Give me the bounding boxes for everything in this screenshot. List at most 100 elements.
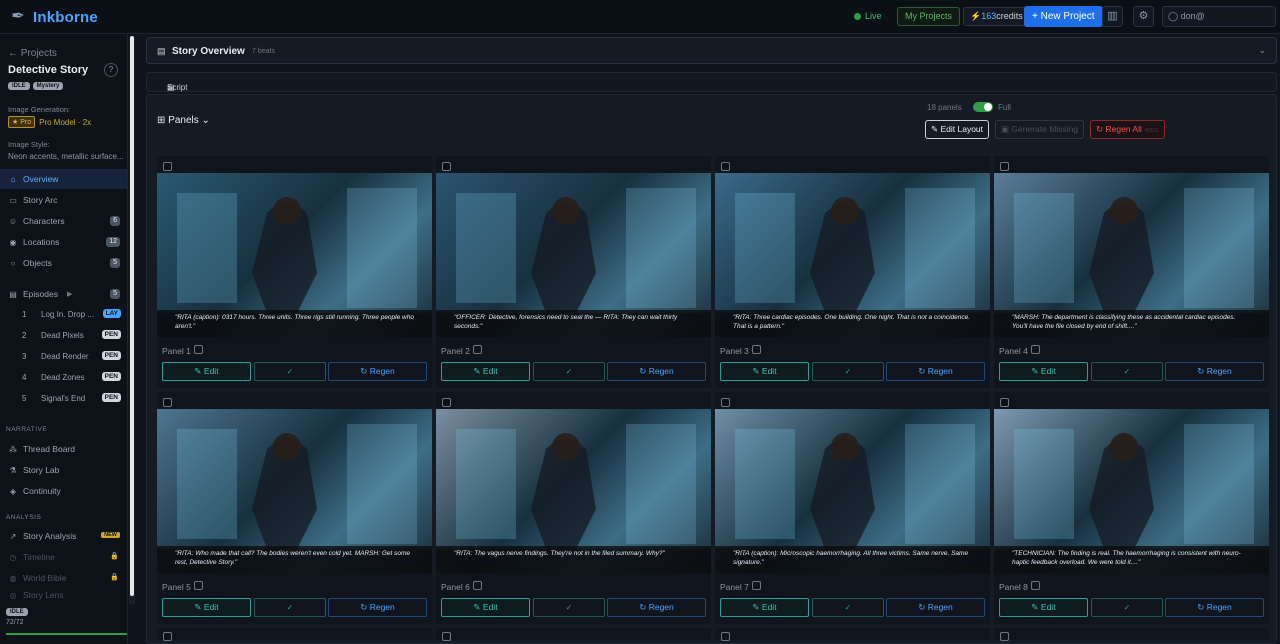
panel-regen-button[interactable]: ↻ Regen [328,598,427,617]
panel-regen-button[interactable]: ↻ Regen [607,598,706,617]
panel-card[interactable]: "RITA: Three cardiac episodes. One build… [715,156,990,388]
panel-card[interactable]: "RITA (caption): Microscopic haemorrhagi… [715,392,990,624]
panel-select-checkbox[interactable] [442,398,451,407]
panel-select-checkbox[interactable] [442,162,451,171]
panel-select-checkbox[interactable] [163,162,172,171]
episode-item[interactable]: 3 Dead Render PEN [0,347,127,367]
panel-edit-button[interactable]: ✎ Edit [720,598,809,617]
panel-edit-button[interactable]: ✎ Edit [162,598,251,617]
quill-logo-icon: ✒ [11,8,25,25]
episode-item[interactable]: 2 Dead Pixels PEN [0,326,127,346]
panel-approve-button[interactable]: ✓ [812,362,884,381]
image-generation-model[interactable]: ★ Pro Pro Model · 2x [8,116,91,128]
refresh-icon: ↻ [360,602,370,612]
episode-item[interactable]: 4 Dead Zones PEN [0,368,127,388]
chevron-down-icon: ⌄ [167,83,174,92]
nav-story-analysis[interactable]: ↗ Story Analysis NEW [0,526,127,546]
pin-icon: ◉ [9,237,17,247]
panel-person-icon [472,345,482,354]
panels-title[interactable]: ⊞ Panels ⌄ [157,115,210,126]
sidebar-scrollbar[interactable] [129,36,135,604]
panel-regen-button[interactable]: ↻ Regen [607,362,706,381]
new-project-button[interactable]: + New Project [1024,6,1103,27]
panel-select-checkbox[interactable] [1000,398,1009,407]
nav-thread-board[interactable]: ⁂ Thread Board [0,439,127,459]
edit-layout-button[interactable]: ✎ Edit Layout [925,120,990,139]
status-badge: IDLE [8,82,30,90]
panel-approve-button[interactable]: ✓ [1091,598,1163,617]
panel-select-checkbox[interactable] [721,398,730,407]
panel-approve-button[interactable]: ✓ [533,598,605,617]
my-projects-button[interactable]: My Projects [897,7,961,26]
panel-select-checkbox[interactable] [442,632,451,641]
nav-continuity[interactable]: ◈ Continuity [0,481,127,501]
nav-locations[interactable]: ◉ Locations 12 [0,232,127,252]
full-toggle[interactable] [973,102,993,112]
panel-edit-button[interactable]: ✎ Edit [999,598,1088,617]
panel-approve-button[interactable]: ✓ [812,598,884,617]
panel-approve-button[interactable]: ✓ [533,362,605,381]
nav-episodes[interactable]: ▤ Episodes ▶ 5 [0,284,127,304]
nav-overview[interactable]: ⌂ Overview [0,169,127,189]
panel-card[interactable]: "RITA (caption): 0317 hours. Three units… [157,156,432,388]
regen-label: Regen [648,366,674,376]
episode-item[interactable]: 5 Signal's End PEN [0,389,127,409]
panel-card[interactable]: "OFFICER: Detective, forensics need to s… [436,156,711,388]
panel-edit-button[interactable]: ✎ Edit [720,362,809,381]
nav-characters[interactable]: ☺ Characters 6 [0,211,127,231]
panel-edit-button[interactable]: ✎ Edit [441,362,530,381]
back-to-projects-link[interactable]: ← Projects [8,48,57,59]
panel-select-checkbox[interactable] [163,398,172,407]
panel-card-partial[interactable] [157,628,432,641]
image-style-value[interactable]: Neon accents, metallic surface... [8,152,124,161]
panel-regen-button[interactable]: ↻ Regen [1165,362,1264,381]
chevron-down-icon[interactable]: ⌄ [1258,45,1266,56]
help-icon[interactable]: ? [104,63,118,77]
panel-card[interactable]: "RITA: Who made that call? The bodies we… [157,392,432,624]
panel-card[interactable]: "TECHNICIAN: The finding is real. The ha… [994,392,1269,624]
panel-card[interactable]: "RITA: The vagus nerve findings. They're… [436,392,711,624]
panel-select-checkbox[interactable] [1000,632,1009,641]
story-overview-header[interactable]: ▤ Story Overview 7 beats ⌄ [146,37,1277,64]
nav-story-arc[interactable]: ▭ Story Arc [0,190,127,210]
episode-item[interactable]: 1 Log In. Drop ... LAY [0,305,127,325]
panel-select-checkbox[interactable] [721,162,730,171]
edit-layout-label: Edit Layout [940,124,984,134]
panel-card[interactable]: "MARSH: The department is classifying th… [994,156,1269,388]
panel-regen-button[interactable]: ↻ Regen [886,362,985,381]
panel-edit-button[interactable]: ✎ Edit [999,362,1088,381]
regen-all-button[interactable]: ↻ Regen All HOLD [1090,120,1165,139]
panel-regen-button[interactable]: ↻ Regen [328,362,427,381]
regen-label: Regen [927,602,953,612]
script-toggle[interactable]: ▤ Script ⌄ [146,72,1277,92]
panel-select-checkbox[interactable] [721,632,730,641]
settings-gear-icon[interactable]: ⚙ [1133,6,1154,27]
analytics-chart-icon[interactable]: ▥ [1102,6,1123,27]
credits-display[interactable]: ⚡163credits [963,7,1030,26]
user-menu[interactable]: ◯ don@ [1162,6,1276,27]
edit-icon: ✎ [194,366,204,376]
nav-objects[interactable]: ○ Objects 5 [0,253,127,273]
scrollbar-thumb[interactable] [130,36,134,596]
panel-card-partial[interactable] [715,628,990,641]
panel-edit-button[interactable]: ✎ Edit [441,598,530,617]
panel-card-partial[interactable] [436,628,711,641]
app-logo[interactable]: ✒ Inkborne [8,7,98,27]
refresh-icon: ↻ [1197,602,1207,612]
nav-world-bible-label: World Bible [23,573,67,583]
panel-card-partial[interactable] [994,628,1269,641]
panel-label: Panel 1 [162,345,203,356]
panel-select-checkbox[interactable] [1000,162,1009,171]
episode-title: Signal's End [41,394,86,403]
panel-approve-button[interactable]: ✓ [254,598,326,617]
nav-story-lab[interactable]: ⚗ Story Lab [0,460,127,480]
main-content: ▤ Story Overview 7 beats ⌄ ▤ Script ⌄ ⊞ … [136,34,1280,644]
panel-select-checkbox[interactable] [163,632,172,641]
edit-label: Edit [1040,366,1056,376]
panel-regen-button[interactable]: ↻ Regen [1165,598,1264,617]
panel-approve-button[interactable]: ✓ [1091,362,1163,381]
panel-regen-button[interactable]: ↻ Regen [886,598,985,617]
episode-title: Dead Render [41,352,89,361]
panel-edit-button[interactable]: ✎ Edit [162,362,251,381]
panel-approve-button[interactable]: ✓ [254,362,326,381]
